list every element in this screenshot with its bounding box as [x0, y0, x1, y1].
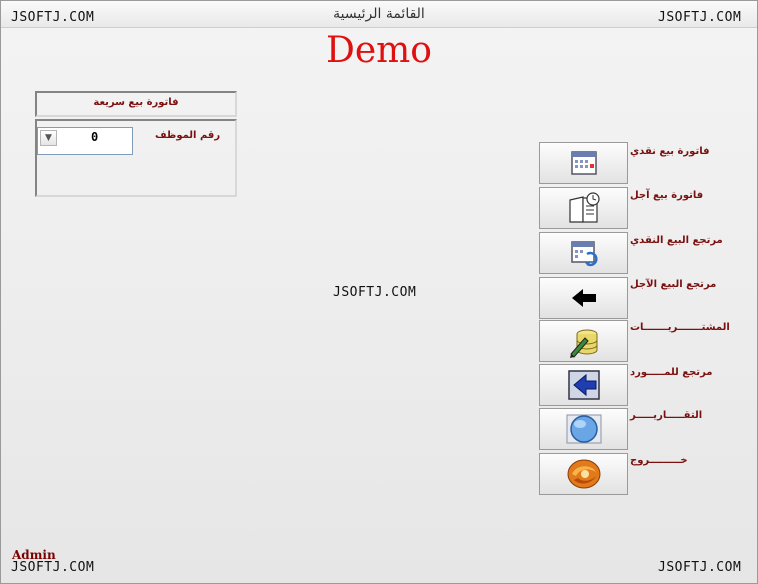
credit-sale-return-button[interactable] [539, 277, 628, 319]
arrow-left-icon [571, 289, 596, 307]
reports-button[interactable] [539, 408, 628, 450]
calendar-refresh-icon [570, 241, 597, 267]
credit-sale-invoice-label: فاتورة بيع آجل [630, 190, 704, 201]
credit-sale-return-label: مرتجع البيع الآجل [630, 279, 717, 290]
cash-sale-return-button[interactable] [539, 232, 628, 274]
employee-number-combobox[interactable]: ▼ 0 [37, 127, 133, 155]
quick-sale-header: فاتورة بيع سريعة [35, 91, 237, 117]
cash-sale-invoice-label: فاتورة بيع نقدي [630, 146, 710, 157]
chevron-down-icon[interactable]: ▼ [40, 130, 57, 146]
reports-label: التقـــــاريـــــر [630, 410, 703, 421]
employee-number-label: رقم الموظف [155, 130, 221, 141]
purchases-label: المشتـــــــريـــــــات [630, 322, 730, 333]
watermark-center: JSOFTJ.COM [333, 285, 417, 300]
calendar-grid-icon [570, 151, 597, 175]
book-clock-icon [568, 192, 600, 223]
globe-report-icon [566, 414, 601, 444]
watermark-bottom-right: JSOFTJ.COM [658, 560, 742, 575]
employee-number-value[interactable]: 0 [91, 130, 98, 144]
exit-label: خـــــــــروج [630, 455, 688, 466]
exit-button[interactable] [539, 453, 628, 495]
cash-sale-invoice-button[interactable] [539, 142, 628, 184]
watermark-bottom-left: JSOFTJ.COM [11, 560, 95, 575]
window-title: القائمة الرئيسية [333, 6, 425, 22]
demo-heading: Demo [326, 30, 432, 71]
supplier-return-label: مرتجع للمـــــورد [630, 367, 713, 378]
arrow-left-box-icon [567, 370, 600, 400]
cash-sale-return-label: مرتجع البيع النقدي [630, 235, 723, 246]
supplier-return-button[interactable] [539, 364, 628, 406]
credit-sale-invoice-button[interactable] [539, 187, 628, 229]
database-pencil-icon [569, 329, 597, 358]
exit-swirl-icon [567, 459, 600, 489]
purchases-button[interactable] [539, 320, 628, 362]
